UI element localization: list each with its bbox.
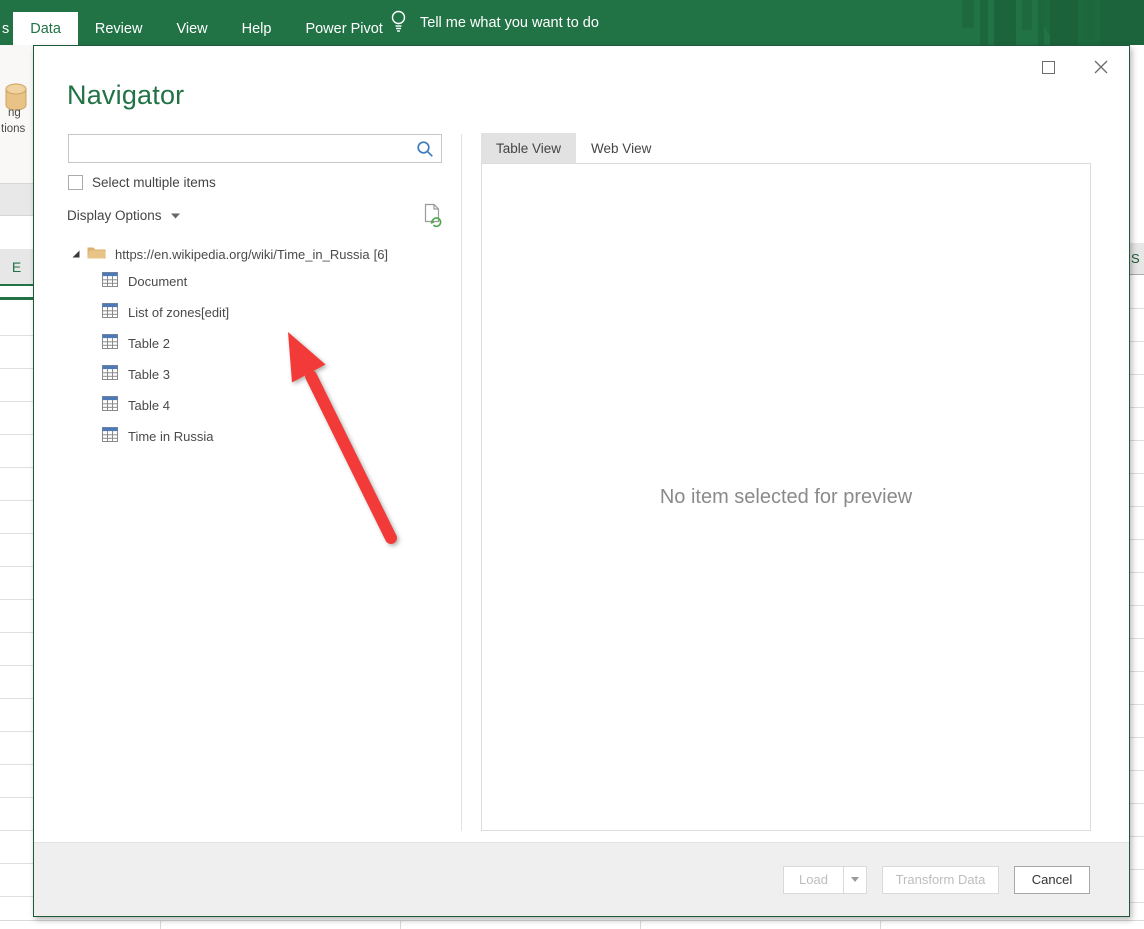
tree-root-node[interactable]: https://en.wikipedia.org/wiki/Time_in_Ru…	[67, 242, 457, 266]
tab-view[interactable]: View	[159, 12, 224, 45]
excel-bottom-fragment	[0, 917, 1144, 929]
dialog-title: Navigator	[67, 80, 184, 111]
select-multiple-row: Select multiple items	[68, 175, 216, 190]
table-icon	[102, 365, 118, 385]
tab-table-view[interactable]: Table View	[481, 133, 576, 163]
excel-left-fragment: ng tions E	[0, 45, 33, 929]
close-icon	[1094, 60, 1108, 74]
worksheet-rows-right	[1130, 276, 1144, 929]
pane-splitter[interactable]	[461, 134, 462, 831]
tree-item-label: Table 3	[128, 367, 170, 382]
window-controls	[1034, 55, 1115, 79]
grid-line	[0, 920, 1144, 921]
search-input[interactable]	[75, 137, 410, 160]
tree-item-table-2[interactable]: Table 2	[67, 328, 457, 359]
tab-review[interactable]: Review	[78, 12, 160, 45]
tree-item-table-4[interactable]: Table 4	[67, 390, 457, 421]
tree-root-label: https://en.wikipedia.org/wiki/Time_in_Ru…	[115, 247, 370, 262]
tree-item-table-3[interactable]: Table 3	[67, 359, 457, 390]
ribbon-label-fragment-1: ng	[8, 107, 21, 119]
tab-data[interactable]: Data	[13, 12, 78, 45]
table-icon	[102, 334, 118, 354]
preview-view-tabs: Table View Web View	[481, 133, 666, 163]
tree-item-time-in-russia[interactable]: Time in Russia	[67, 421, 457, 452]
tree-item-list-of-zones[interactable]: List of zones[edit]	[67, 297, 457, 328]
select-multiple-checkbox[interactable]	[68, 175, 83, 190]
navigator-tree: https://en.wikipedia.org/wiki/Time_in_Ru…	[67, 242, 457, 452]
folder-icon	[87, 245, 106, 264]
lightbulb-icon	[390, 9, 407, 37]
ribbon-label-fragment-2: tions	[1, 123, 25, 135]
refresh-preview-button[interactable]	[422, 203, 444, 233]
navigator-dialog: Navigator Select multiple items Display …	[33, 45, 1130, 917]
tree-item-document[interactable]: Document	[67, 266, 457, 297]
screen: s Data Review View Help Power Pivot Tell…	[0, 0, 1144, 929]
cancel-button[interactable]: Cancel	[1014, 866, 1090, 894]
maximize-icon	[1042, 61, 1055, 74]
tree-item-label: Document	[128, 274, 187, 289]
chevron-down-icon	[851, 877, 859, 882]
tab-help[interactable]: Help	[225, 12, 289, 45]
search-box	[68, 134, 442, 163]
refresh-document-icon	[422, 203, 444, 228]
search-icon[interactable]	[416, 140, 434, 163]
dialog-footer: Load Transform Data Cancel	[34, 842, 1129, 916]
display-options-label: Display Options	[67, 208, 162, 223]
tree-item-label: Time in Russia	[128, 429, 213, 444]
ribbon-decoration	[960, 0, 1144, 45]
transform-data-button[interactable]: Transform Data	[882, 866, 999, 894]
table-icon	[102, 303, 118, 323]
tree-item-label: Table 4	[128, 398, 170, 413]
grid-line	[400, 920, 401, 929]
preview-pane: No item selected for preview	[481, 163, 1091, 831]
tree-root-count: [6]	[374, 247, 388, 262]
maximize-button[interactable]	[1034, 55, 1062, 79]
ribbon-group-fragment: ng tions	[0, 45, 33, 183]
worksheet-rows-left	[0, 303, 33, 929]
tab-formulas-partial[interactable]: s	[0, 12, 13, 45]
display-options-dropdown[interactable]: Display Options	[67, 208, 180, 223]
selected-cell-border	[0, 297, 33, 300]
tree-item-label: List of zones[edit]	[128, 305, 229, 320]
expand-collapse-icon[interactable]	[67, 249, 84, 259]
tell-me-box[interactable]: Tell me what you want to do	[390, 0, 599, 45]
tell-me-label: Tell me what you want to do	[420, 15, 599, 31]
excel-right-fragment: S	[1130, 45, 1144, 929]
chevron-down-icon	[171, 213, 180, 219]
close-button[interactable]	[1087, 55, 1115, 79]
load-button[interactable]: Load	[784, 867, 843, 893]
table-icon	[102, 427, 118, 447]
select-multiple-label: Select multiple items	[92, 175, 216, 190]
load-dropdown-button[interactable]	[843, 867, 866, 893]
grid-line	[160, 920, 161, 929]
tab-power-pivot[interactable]: Power Pivot	[288, 12, 399, 45]
tree-item-label: Table 2	[128, 336, 170, 351]
preview-placeholder-text: No item selected for preview	[660, 486, 912, 509]
tab-web-view[interactable]: Web View	[576, 133, 666, 163]
formula-bar-fragment	[0, 183, 33, 216]
excel-ribbon: s Data Review View Help Power Pivot Tell…	[0, 0, 1144, 45]
load-split-button: Load	[783, 866, 867, 894]
grid-line	[880, 920, 881, 929]
grid-line	[640, 920, 641, 929]
column-header-s[interactable]: S	[1130, 243, 1144, 275]
table-icon	[102, 272, 118, 292]
table-icon	[102, 396, 118, 416]
column-header-e[interactable]: E	[0, 249, 33, 286]
ribbon-tabs: s Data Review View Help Power Pivot	[0, 12, 400, 45]
